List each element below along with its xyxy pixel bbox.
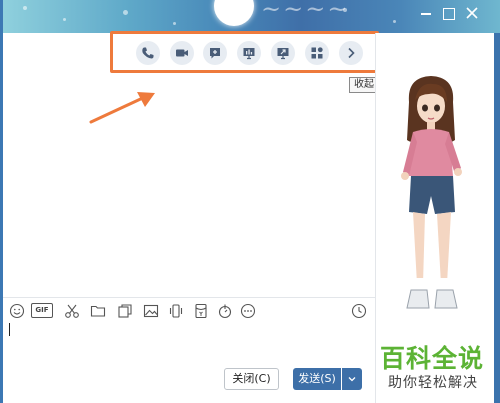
- emoji-icon: [9, 303, 25, 319]
- sparkle-decor: [123, 10, 128, 15]
- send-button[interactable]: 发送(S): [293, 368, 341, 390]
- shake-button[interactable]: [168, 303, 184, 319]
- add-chat-button[interactable]: [203, 41, 227, 65]
- more-icon: [240, 303, 256, 319]
- phone-icon: [142, 47, 154, 59]
- expand-toolbar-button[interactable]: [339, 41, 363, 65]
- watermark: 百科全说 助你轻松解决: [376, 337, 500, 401]
- sparkle-decor: [393, 20, 396, 23]
- minimize-button[interactable]: [417, 4, 435, 22]
- annotation-arrow-icon: [89, 92, 155, 124]
- send-picture-button[interactable]: [143, 303, 159, 319]
- voice-icon: [218, 304, 232, 319]
- message-history-button[interactable]: [351, 303, 367, 319]
- message-input[interactable]: [9, 323, 10, 336]
- sparkle-decor: [23, 6, 27, 10]
- red-packet-button[interactable]: [193, 303, 209, 319]
- presentation-button[interactable]: [237, 41, 261, 65]
- gif-button[interactable]: GIF: [31, 303, 53, 318]
- character-illustration: [401, 76, 462, 309]
- emoji-button[interactable]: [9, 303, 25, 319]
- apps-icon: [311, 47, 323, 59]
- more-tools-button[interactable]: [240, 303, 256, 319]
- video-call-button[interactable]: [170, 41, 194, 65]
- scissors-icon: [65, 304, 79, 318]
- voice-message-button[interactable]: [217, 303, 233, 319]
- apps-button[interactable]: [305, 41, 329, 65]
- chevron-down-icon: [348, 377, 356, 382]
- history-icon: [351, 303, 367, 319]
- sparkle-decor: [63, 18, 66, 21]
- send-file-button[interactable]: [90, 303, 106, 319]
- add-chat-icon: [210, 48, 220, 59]
- sparkle-decor: [173, 22, 176, 25]
- screen-share-button[interactable]: [271, 41, 295, 65]
- image-group-icon: [118, 304, 132, 318]
- image-group-button[interactable]: [117, 303, 133, 319]
- picture-icon: [143, 304, 159, 318]
- chat-window: ~~~~ 收起 GIF 关闭(C) 发送(S) 百科全说 助你轻松解决: [3, 0, 500, 403]
- chevron-right-icon: [348, 47, 355, 59]
- folder-icon: [90, 305, 106, 317]
- avatar[interactable]: [214, 0, 254, 26]
- screen-share-icon: [277, 48, 289, 60]
- presentation-icon: [243, 48, 255, 60]
- watermark-title: 百科全说: [380, 344, 485, 373]
- voice-call-button[interactable]: [136, 41, 160, 65]
- send-options-button[interactable]: [342, 368, 362, 390]
- close-window-button[interactable]: [463, 4, 481, 22]
- watermark-subtitle: 助你轻松解决: [388, 375, 478, 391]
- video-call-icon: [176, 49, 188, 57]
- input-toolbar: GIF: [3, 297, 375, 323]
- title-banner: ~~~~: [3, 0, 500, 33]
- red-packet-icon: [195, 303, 207, 319]
- shake-icon: [169, 304, 183, 318]
- close-icon: [466, 7, 478, 19]
- maximize-button[interactable]: [439, 4, 457, 22]
- close-button[interactable]: 关闭(C): [224, 368, 279, 390]
- banner-decoration: ~~~~: [261, 0, 350, 23]
- screenshot-button[interactable]: [64, 303, 80, 319]
